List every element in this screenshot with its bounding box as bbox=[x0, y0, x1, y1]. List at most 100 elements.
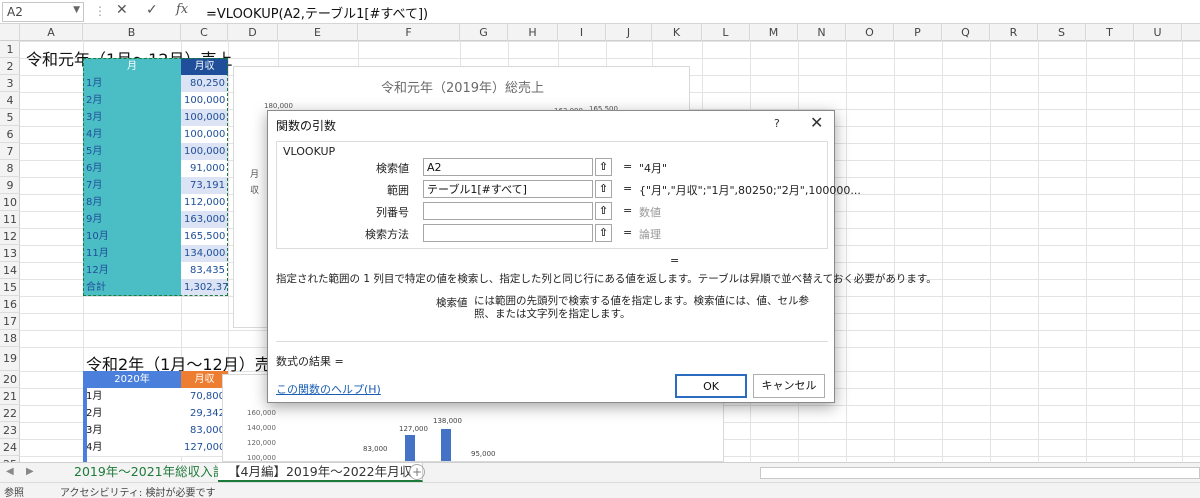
y-tick-label: 160,000 bbox=[247, 409, 276, 417]
column-header-j[interactable]: J bbox=[606, 24, 652, 41]
row-header-5[interactable]: 5 bbox=[0, 109, 20, 126]
sheet-tab-bar: ◀ ▶ 2019年～2021年総収入計 【4月編】2019年～2022年月収 + bbox=[0, 462, 1200, 482]
argument-input[interactable]: テーブル1[#すべて] bbox=[423, 180, 593, 198]
column-header-u[interactable]: U bbox=[1134, 24, 1182, 41]
close-icon[interactable]: ✕ bbox=[810, 113, 823, 132]
y-axis-label: 収 bbox=[250, 186, 260, 196]
row-header-16[interactable]: 16 bbox=[0, 296, 20, 313]
argument-input[interactable]: A2 bbox=[423, 158, 593, 176]
row-header-20[interactable]: 20 bbox=[0, 371, 20, 388]
row-header-24[interactable]: 24 bbox=[0, 439, 20, 456]
ok-button[interactable]: OK bbox=[675, 374, 747, 398]
column-header-g[interactable]: G bbox=[460, 24, 508, 41]
y-tick-label: 180,000 bbox=[264, 102, 293, 110]
row-header: 1234567891011121314151617181920212223242… bbox=[0, 41, 20, 473]
column-header-d[interactable]: D bbox=[228, 24, 278, 41]
column-header-m[interactable]: M bbox=[750, 24, 798, 41]
more-icon: ⋮ bbox=[94, 4, 106, 18]
divider bbox=[276, 341, 828, 342]
row-header-1[interactable]: 1 bbox=[0, 41, 20, 58]
column-header-i[interactable]: I bbox=[558, 24, 606, 41]
column-header-p[interactable]: P bbox=[894, 24, 942, 41]
tab-next-icon[interactable]: ▶ bbox=[26, 466, 34, 477]
range-picker-icon[interactable]: ⇧ bbox=[595, 224, 612, 242]
row-header-15[interactable]: 15 bbox=[0, 279, 20, 296]
add-sheet-button[interactable]: + bbox=[409, 464, 425, 480]
range-picker-icon[interactable]: ⇧ bbox=[595, 158, 612, 176]
table-cell-month[interactable]: 3月 bbox=[83, 422, 181, 439]
column-header-h[interactable]: H bbox=[508, 24, 558, 41]
sheet-tab-april[interactable]: 【4月編】2019年～2022年月収 bbox=[218, 463, 424, 482]
tab-prev-icon[interactable]: ◀ bbox=[6, 466, 14, 477]
table-cell-value[interactable]: 29,342 bbox=[181, 405, 228, 422]
dialog-title: 関数の引数 bbox=[276, 119, 337, 133]
row-header-7[interactable]: 7 bbox=[0, 143, 20, 160]
row-header-2[interactable]: 2 bbox=[0, 58, 20, 75]
argument-input[interactable] bbox=[423, 224, 593, 242]
row-header-9[interactable]: 9 bbox=[0, 177, 20, 194]
column-header-n[interactable]: N bbox=[798, 24, 846, 41]
table-cell-value[interactable]: 127,000 bbox=[181, 439, 228, 456]
column-header-q[interactable]: Q bbox=[942, 24, 990, 41]
row-header-19[interactable]: 19 bbox=[0, 347, 20, 371]
enter-icon[interactable]: ✓ bbox=[146, 2, 158, 18]
column-header-f[interactable]: F bbox=[358, 24, 460, 41]
table-cell-value[interactable]: 83,000 bbox=[181, 422, 228, 439]
argument-input[interactable] bbox=[423, 202, 593, 220]
column-header-t[interactable]: T bbox=[1086, 24, 1134, 41]
column-header-e[interactable]: E bbox=[278, 24, 358, 41]
grid-line bbox=[846, 41, 847, 461]
chevron-down-icon[interactable]: ▼ bbox=[73, 5, 80, 15]
range-picker-icon[interactable]: ⇧ bbox=[595, 202, 612, 220]
formula-bar: A2 ▼ ⋮ ✕ ✓ fx =VLOOKUP(A2,テーブル1[#すべて]) bbox=[0, 0, 1200, 24]
column-header-c[interactable]: C bbox=[181, 24, 228, 41]
row-header-13[interactable]: 13 bbox=[0, 245, 20, 262]
column-header-k[interactable]: K bbox=[652, 24, 702, 41]
help-icon[interactable]: ? bbox=[774, 117, 780, 130]
range-picker-icon[interactable]: ⇧ bbox=[595, 180, 612, 198]
table-cell-month[interactable]: 4月 bbox=[83, 439, 181, 456]
argument-label: 検索値 bbox=[376, 162, 409, 175]
column-header-r[interactable]: R bbox=[990, 24, 1038, 41]
row-header-11[interactable]: 11 bbox=[0, 211, 20, 228]
formula-input[interactable]: =VLOOKUP(A2,テーブル1[#すべて]) bbox=[206, 3, 428, 22]
select-all-corner[interactable] bbox=[0, 24, 20, 41]
row-header-23[interactable]: 23 bbox=[0, 422, 20, 439]
name-box[interactable]: A2 ▼ bbox=[2, 2, 84, 22]
row-header-22[interactable]: 22 bbox=[0, 405, 20, 422]
function-help-link[interactable]: この関数のヘルプ(H) bbox=[276, 381, 381, 397]
table-header-value[interactable]: 月収 bbox=[181, 371, 228, 388]
grid-line bbox=[894, 41, 895, 461]
horizontal-scrollbar[interactable] bbox=[760, 467, 1200, 479]
column-header-o[interactable]: O bbox=[846, 24, 894, 41]
row-header-6[interactable]: 6 bbox=[0, 126, 20, 143]
column-header-l[interactable]: L bbox=[702, 24, 750, 41]
row-header-17[interactable]: 17 bbox=[0, 313, 20, 330]
column-header-s[interactable]: S bbox=[1038, 24, 1086, 41]
table-cell-month[interactable]: 1月 bbox=[83, 388, 181, 405]
accessibility-status[interactable]: アクセシビリティ: 検討が必要です bbox=[60, 484, 215, 498]
row-header-10[interactable]: 10 bbox=[0, 194, 20, 211]
cancel-icon[interactable]: ✕ bbox=[116, 2, 128, 18]
table-header-month[interactable]: 2020年 bbox=[83, 371, 181, 388]
table-cell-month[interactable]: 2月 bbox=[83, 405, 181, 422]
column-header-b[interactable]: B bbox=[83, 24, 181, 41]
y-tick-label: 100,000 bbox=[247, 454, 276, 462]
sheet-tab-2019-2021[interactable]: 2019年～2021年総収入計 bbox=[64, 463, 237, 482]
argument-result: "4月" bbox=[639, 162, 668, 175]
row-header-4[interactable]: 4 bbox=[0, 92, 20, 109]
data-label: 127,000 bbox=[399, 425, 428, 433]
y-tick-label: 140,000 bbox=[247, 424, 276, 432]
table-cell-value[interactable]: 70,800 bbox=[181, 388, 228, 405]
function-description: 指定された範囲の 1 列目で特定の値を検索し、指定した列と同じ行にある値を返しま… bbox=[276, 273, 937, 285]
row-header-18[interactable]: 18 bbox=[0, 330, 20, 347]
column-header-a[interactable]: A bbox=[20, 24, 83, 41]
cancel-button[interactable]: キャンセル bbox=[753, 374, 825, 398]
row-header-12[interactable]: 12 bbox=[0, 228, 20, 245]
argument-eq: = bbox=[623, 182, 633, 195]
insert-function-icon[interactable]: fx bbox=[176, 2, 188, 17]
row-header-14[interactable]: 14 bbox=[0, 262, 20, 279]
row-header-21[interactable]: 21 bbox=[0, 388, 20, 405]
row-header-3[interactable]: 3 bbox=[0, 75, 20, 92]
row-header-8[interactable]: 8 bbox=[0, 160, 20, 177]
